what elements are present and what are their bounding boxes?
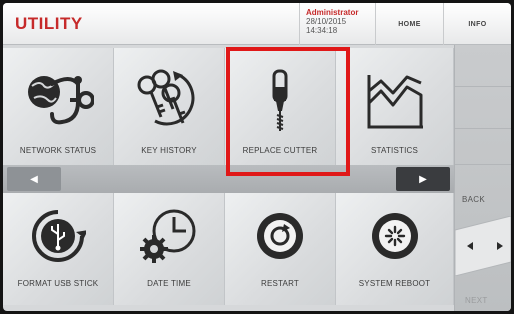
system-reboot-label: SYSTEM REBOOT — [358, 279, 431, 288]
network-status-icon — [22, 68, 94, 134]
next-button[interactable]: NEXT — [465, 296, 488, 305]
network-status-tile[interactable]: NETWORK STATUS — [3, 48, 114, 173]
user-name: Administrator — [306, 8, 359, 17]
back-button[interactable]: BACK — [462, 195, 485, 204]
system-reboot-tile[interactable]: SYSTEM REBOOT — [336, 193, 454, 305]
scroll-right-button[interactable]: ▶ — [396, 167, 450, 191]
side-block — [455, 87, 511, 129]
header-bar: UTILITY Administrator 28/10/2015 14:34:1… — [3, 3, 511, 45]
restart-icon — [254, 207, 306, 265]
restart-tile[interactable]: RESTART — [225, 193, 336, 305]
selection-highlight — [226, 47, 350, 176]
side-block — [455, 45, 511, 87]
key-history-label: KEY HISTORY — [141, 146, 197, 155]
restart-label: RESTART — [261, 279, 299, 288]
statistics-tile[interactable]: STATISTICS — [336, 48, 454, 173]
scroll-left-button[interactable]: ◀ — [7, 167, 61, 191]
page-title: UTILITY — [15, 14, 83, 33]
current-time: 14:34:18 — [306, 26, 338, 35]
date-time-label: DATE TIME — [147, 279, 191, 288]
key-history-tile[interactable]: KEY HISTORY — [114, 48, 225, 173]
network-status-label: NETWORK STATUS — [19, 146, 97, 155]
utility-screen: UTILITY Administrator 28/10/2015 14:34:1… — [3, 3, 511, 311]
key-history-icon — [133, 68, 205, 134]
usb-format-icon — [30, 207, 86, 265]
chevron-left-icon: ◀ — [30, 173, 38, 185]
clock-icon — [138, 207, 200, 265]
info-button[interactable]: INFO — [443, 3, 511, 45]
date-time-tile[interactable]: DATE TIME — [114, 193, 225, 305]
statistics-icon — [365, 68, 425, 134]
home-button[interactable]: HOME — [375, 3, 443, 45]
statistics-label: STATISTICS — [370, 146, 419, 155]
reboot-icon — [369, 207, 421, 265]
format-usb-label: FORMAT USB STICK — [17, 279, 99, 288]
chevron-right-icon: ▶ — [419, 173, 427, 185]
page-nav-control[interactable] — [455, 216, 511, 276]
side-block — [455, 129, 511, 165]
format-usb-tile[interactable]: FORMAT USB STICK — [3, 193, 114, 305]
current-date: 28/10/2015 — [306, 17, 347, 26]
user-status: Administrator 28/10/2015 14:34:18 — [299, 3, 375, 45]
